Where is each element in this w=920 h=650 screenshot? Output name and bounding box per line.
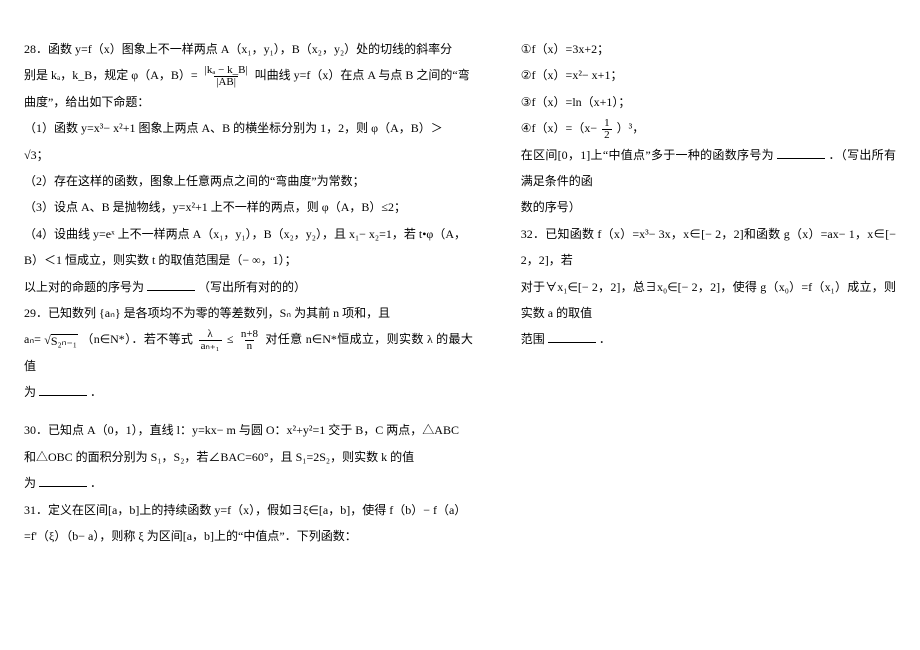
denominator: n	[245, 340, 255, 352]
text: 叫曲线 y=f（x）在点 A 与点 B 之间的“弯	[255, 68, 470, 82]
q28-item4a: （4）设曲线 y=eˣ 上不一样两点 A（x₁，y₁），B（x₂，y₂），且 x…	[24, 221, 473, 247]
text: （n∈N*）．若不等式	[81, 332, 193, 346]
q28-item1b: √3；	[24, 142, 473, 168]
q30-line2: 和△OBC 的面积分别为 S₁，S₂，若∠BAC=60°，且 S₁=2S₂，则实…	[24, 444, 473, 470]
q30-line3: 为 ．	[24, 470, 473, 496]
q28-item3: （3）设点 A、B 是抛物线，y=x²+1 上不一样的两点，则 φ（A，B）≤2…	[24, 194, 473, 220]
numerator: 1	[602, 118, 612, 129]
q31-line2: =f'（ξ）（b− a），则称 ξ 为区间[a，b]上的“中值点”．下列函数：	[24, 523, 473, 549]
blank-input[interactable]	[548, 331, 596, 343]
q28-line1: 28．函数 y=f（x）图象上不一样两点 A（x₁，y₁），B（x₂，y₂）处的…	[24, 36, 473, 62]
spacer	[24, 405, 473, 417]
blank-input[interactable]	[39, 384, 87, 396]
q31b-line1: 在区间[0，1]上“中值点”多于一种的函数序号为 ．（写出所有满足条件的函	[521, 142, 896, 195]
q31b-line2: 数的序号）	[521, 194, 896, 220]
text: 范围	[521, 332, 545, 346]
q28-item2: （2）存在这样的函数，图象上任意两点之间的“弯曲度”为常数；	[24, 168, 473, 194]
fraction-half: 1 2	[602, 118, 612, 141]
q29-line1: 29．已知数列 {aₙ} 是各项均不为零的等差数列，Sₙ 为其前 n 项和，且	[24, 300, 473, 326]
blank-input[interactable]	[777, 147, 825, 159]
sqrt-arg: S₂ₙ₋₁	[51, 334, 78, 347]
text: 为	[24, 476, 36, 490]
fn1: ①f（x）=3x+2；	[521, 36, 896, 62]
numerator: |kₐ − k_B|	[203, 65, 250, 76]
denominator: aₙ₊₁	[199, 340, 222, 352]
text: ≤	[227, 332, 234, 346]
text: 以上对的命题的序号为	[24, 280, 144, 294]
q28-line2: 别是 kₐ，k_B，规定 φ（A，B）= |kₐ − k_B| |AB| 叫曲线…	[24, 62, 473, 88]
q31-line1: 31．定义在区间[a，b]上的持续函数 y=f（x），假如∃ξ∈[a，b]，使得…	[24, 497, 473, 523]
fraction-lambda: λ aₙ₊₁	[199, 329, 222, 352]
q30-line1: 30．已知点 A（0，1），直线 l：y=kx− m 与圆 O：x²+y²=1 …	[24, 417, 473, 443]
q28-line3: 曲度”，给出如下命题：	[24, 89, 473, 115]
q32-line3: 范围 ．	[521, 326, 896, 352]
q28-item1: （1）函数 y=x³− x²+1 图象上两点 A、B 的横坐标分别为 1，2，则…	[24, 115, 473, 141]
denominator: 2	[602, 129, 612, 141]
text: 别是 kₐ，k_B，规定 φ（A，B）=	[24, 68, 198, 82]
numerator: n+8	[239, 329, 260, 340]
text: 为	[24, 385, 36, 399]
q29-line3: 为 ．	[24, 379, 473, 405]
q32-line2: 对于∀x₁∈[− 2，2]，总∃x₀∈[− 2，2]，使得 g（x₀）=f（x₁…	[521, 274, 896, 327]
q28-answer-line: 以上对的命题的序号为 （写出所有对的的）	[24, 274, 473, 300]
text: ④f（x）=（x−	[521, 121, 597, 135]
fraction-phi: |kₐ − k_B| |AB|	[203, 65, 250, 88]
text: ．	[599, 332, 611, 346]
sqrt: S₂ₙ₋₁	[44, 334, 78, 347]
q28-item4b: B）＜1 恒成立，则实数 t 的取值范围是（− ∞，1）；	[24, 247, 473, 273]
text: ．	[90, 476, 102, 490]
fn4: ④f（x）=（x− 1 2 ）³，	[521, 115, 896, 141]
denominator: |AB|	[214, 76, 238, 88]
text: （写出所有对的的）	[198, 280, 306, 294]
blank-input[interactable]	[147, 279, 195, 291]
fn3: ③f（x）=ln（x+1）；	[521, 89, 896, 115]
numerator: λ	[205, 329, 214, 340]
text: 在区间[0，1]上“中值点”多于一种的函数序号为	[521, 148, 774, 162]
text: ）³，	[617, 121, 645, 135]
fn2: ②f（x）=x²− x+1；	[521, 62, 896, 88]
text: aₙ=	[24, 332, 41, 346]
fraction-n8: n+8 n	[239, 329, 260, 352]
q32-line1: 32．已知函数 f（x）=x³− 3x，x∈[− 2，2]和函数 g（x）=ax…	[521, 221, 896, 274]
blank-input[interactable]	[39, 475, 87, 487]
text: ．	[90, 385, 102, 399]
q29-line2: aₙ= S₂ₙ₋₁ （n∈N*）．若不等式 λ aₙ₊₁ ≤ n+8 n 对任意…	[24, 326, 473, 379]
